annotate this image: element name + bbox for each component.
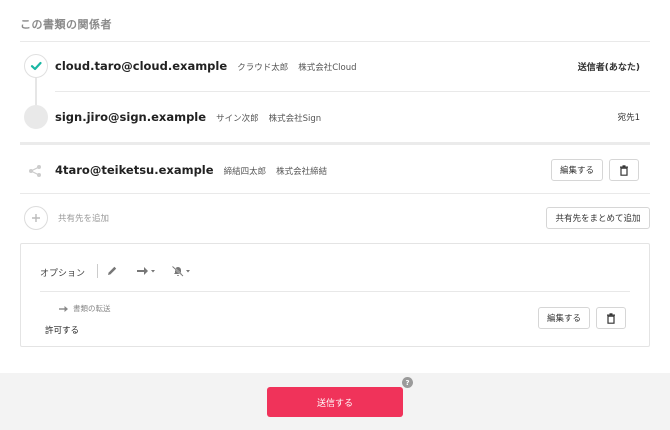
shared-delete-button[interactable]	[609, 159, 639, 181]
email-text: sign.jiro@sign.example	[55, 110, 207, 124]
plus-icon[interactable]	[24, 206, 48, 230]
trash-icon	[607, 312, 615, 324]
participant-role: 宛先1	[617, 113, 640, 123]
participant-sender: cloud.taro@cloud.example クラウド太郎 株式会社Clou…	[20, 44, 650, 88]
send-button[interactable]: 送信する	[267, 387, 403, 417]
divider	[20, 41, 650, 42]
options-edit-button[interactable]: 編集する	[538, 307, 590, 329]
bulk-add-shared-button[interactable]: 共有先をまとめて追加	[546, 207, 650, 229]
options-delete-button[interactable]	[596, 307, 626, 329]
participant-name: クラウド太郎	[237, 63, 289, 73]
pending-step-icon	[24, 105, 48, 129]
options-title: オプション	[40, 269, 86, 279]
trash-icon	[620, 164, 628, 176]
divider	[20, 193, 650, 194]
participant-name: サイン次郎	[216, 114, 259, 124]
shared-edit-button[interactable]: 編集する	[551, 159, 603, 181]
shared-company: 株式会社締結	[276, 167, 328, 177]
options-panel: オプション 書類の転送 許可する	[20, 243, 650, 347]
options-divider	[40, 291, 630, 292]
participant-company: 株式会社Sign	[268, 114, 322, 124]
participant-company: 株式会社Cloud	[298, 63, 357, 73]
check-icon	[24, 54, 48, 78]
forward-arrow-icon	[59, 305, 68, 312]
options-separator	[97, 264, 98, 278]
shared-email: 4taro@teiketsu.example 締結四太郎 株式会社締結	[55, 163, 327, 177]
participant-role: 送信者(あなた)	[577, 62, 640, 73]
forward-arrow-icon[interactable]	[136, 263, 158, 279]
transfer-label-text: 書類の転送	[73, 304, 111, 313]
share-icon	[28, 163, 42, 182]
transfer-option-label: 書類の転送	[59, 303, 111, 314]
shared-name: 締結四太郎	[223, 167, 267, 177]
add-shared-label[interactable]: 共有先を追加	[58, 212, 109, 224]
section-title: この書類の関係者	[20, 18, 112, 31]
email-text: 4taro@teiketsu.example	[55, 163, 214, 177]
participant-email: sign.jiro@sign.example サイン次郎 株式会社Sign	[55, 110, 321, 124]
bell-off-icon[interactable]	[171, 263, 193, 279]
pencil-icon[interactable]	[106, 263, 118, 279]
participant-recipient: sign.jiro@sign.example サイン次郎 株式会社Sign 宛先…	[20, 95, 650, 139]
transfer-option-value: 許可する	[45, 326, 80, 336]
section-divider	[20, 142, 650, 145]
help-icon[interactable]: ?	[402, 377, 413, 388]
email-text: cloud.taro@cloud.example	[55, 59, 228, 73]
divider	[55, 91, 650, 92]
participant-email: cloud.taro@cloud.example クラウド太郎 株式会社Clou…	[55, 59, 357, 73]
